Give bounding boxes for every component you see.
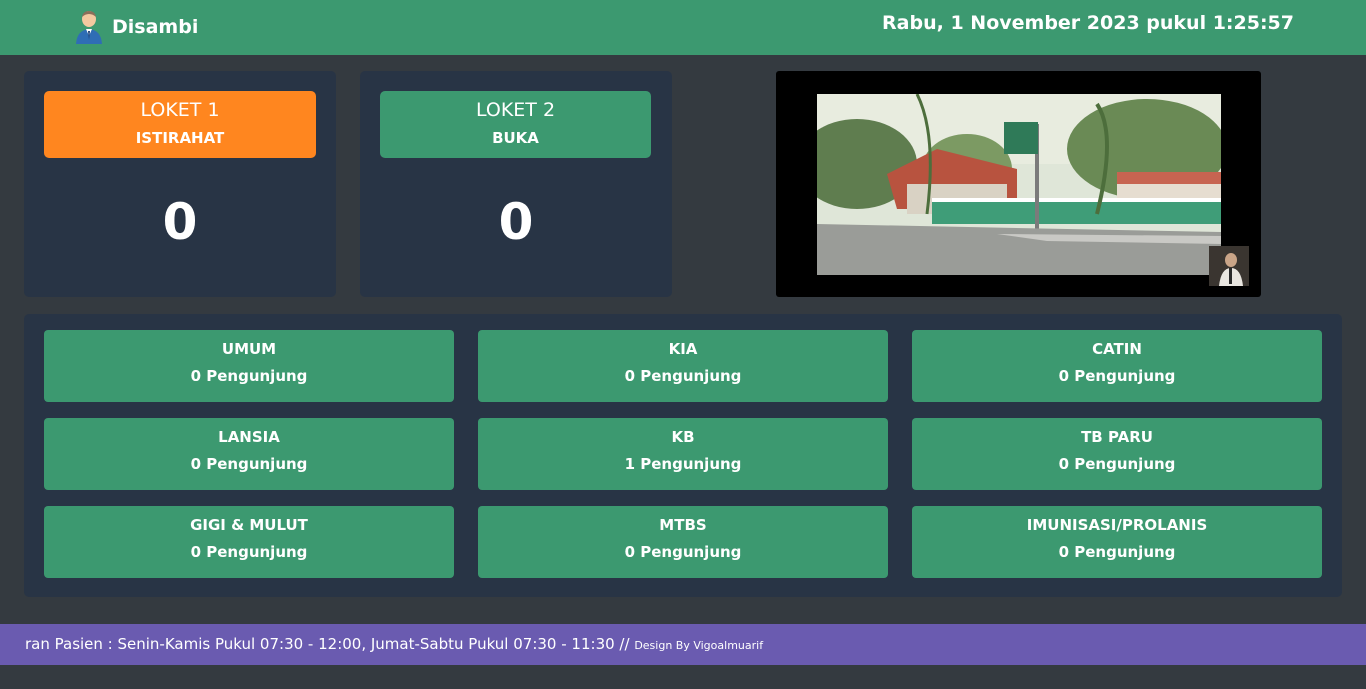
service-card-lansia: LANSIA 0 Pengunjung — [44, 418, 454, 490]
service-name: KB — [671, 428, 695, 446]
ticker-content: ran Pasien : Senin-Kamis Pukul 07:30 - 1… — [25, 635, 763, 653]
brand-name: Disambi — [112, 16, 199, 38]
loket-2-panel: LOKET 2 BUKA 0 — [360, 71, 672, 297]
presenter-thumbnail-icon — [1209, 246, 1249, 286]
service-card-kia: KIA 0 Pengunjung — [478, 330, 888, 402]
top-bar: Disambi Rabu, 1 November 2023 pukul 1:25… — [0, 0, 1366, 55]
loket-2-number: 0 — [498, 193, 534, 251]
service-count: 0 Pengunjung — [624, 367, 742, 385]
service-name: IMUNISASI/PROLANIS — [1026, 516, 1208, 534]
service-card-kb: KB 1 Pengunjung — [478, 418, 888, 490]
service-count: 0 Pengunjung — [1058, 455, 1176, 473]
loket-1-number: 0 — [162, 193, 198, 251]
datetime-display: Rabu, 1 November 2023 pukul 1:25:57 — [882, 12, 1294, 34]
service-count: 0 Pengunjung — [1058, 543, 1176, 561]
loket-2-header: LOKET 2 BUKA — [380, 91, 651, 158]
service-name: CATIN — [1092, 340, 1142, 358]
ticker-message: ran Pasien : Senin-Kamis Pukul 07:30 - 1… — [25, 635, 630, 653]
service-count: 0 Pengunjung — [190, 455, 308, 473]
service-name: GIGI & MULUT — [190, 516, 308, 534]
service-card-catin: CATIN 0 Pengunjung — [912, 330, 1322, 402]
service-count: 0 Pengunjung — [1058, 367, 1176, 385]
services-panel: UMUM 0 Pengunjung KIA 0 Pengunjung CATIN… — [24, 314, 1342, 597]
ticker-credit: Design By Vigoalmuarif — [634, 639, 764, 652]
loket-1-status: ISTIRAHAT — [135, 129, 225, 147]
service-name: TB PARU — [1081, 428, 1153, 446]
service-name: LANSIA — [218, 428, 280, 446]
service-card-mtbs: MTBS 0 Pengunjung — [478, 506, 888, 578]
man-avatar-icon — [76, 11, 102, 44]
service-count: 1 Pengunjung — [624, 455, 742, 473]
loket-2-status: BUKA — [492, 129, 539, 147]
service-count: 0 Pengunjung — [190, 543, 308, 561]
loket-2-title: LOKET 2 — [475, 99, 556, 121]
video-frame — [817, 94, 1221, 275]
video-player[interactable] — [776, 71, 1261, 297]
service-card-imunisasi-prolanis: IMUNISASI/PROLANIS 0 Pengunjung — [912, 506, 1322, 578]
brand: Disambi — [74, 10, 198, 44]
loket-1-panel: LOKET 1 ISTIRAHAT 0 — [24, 71, 336, 297]
service-name: MTBS — [659, 516, 707, 534]
service-count: 0 Pengunjung — [624, 543, 742, 561]
loket-1-header: LOKET 1 ISTIRAHAT — [44, 91, 316, 158]
service-card-gigi-mulut: GIGI & MULUT 0 Pengunjung — [44, 506, 454, 578]
marquee-ticker: ran Pasien : Senin-Kamis Pukul 07:30 - 1… — [0, 624, 1366, 665]
service-count: 0 Pengunjung — [190, 367, 308, 385]
loket-1-title: LOKET 1 — [140, 99, 220, 121]
service-name: UMUM — [221, 340, 277, 358]
service-name: KIA — [668, 340, 698, 358]
service-card-umum: UMUM 0 Pengunjung — [44, 330, 454, 402]
service-card-tb-paru: TB PARU 0 Pengunjung — [912, 418, 1322, 490]
